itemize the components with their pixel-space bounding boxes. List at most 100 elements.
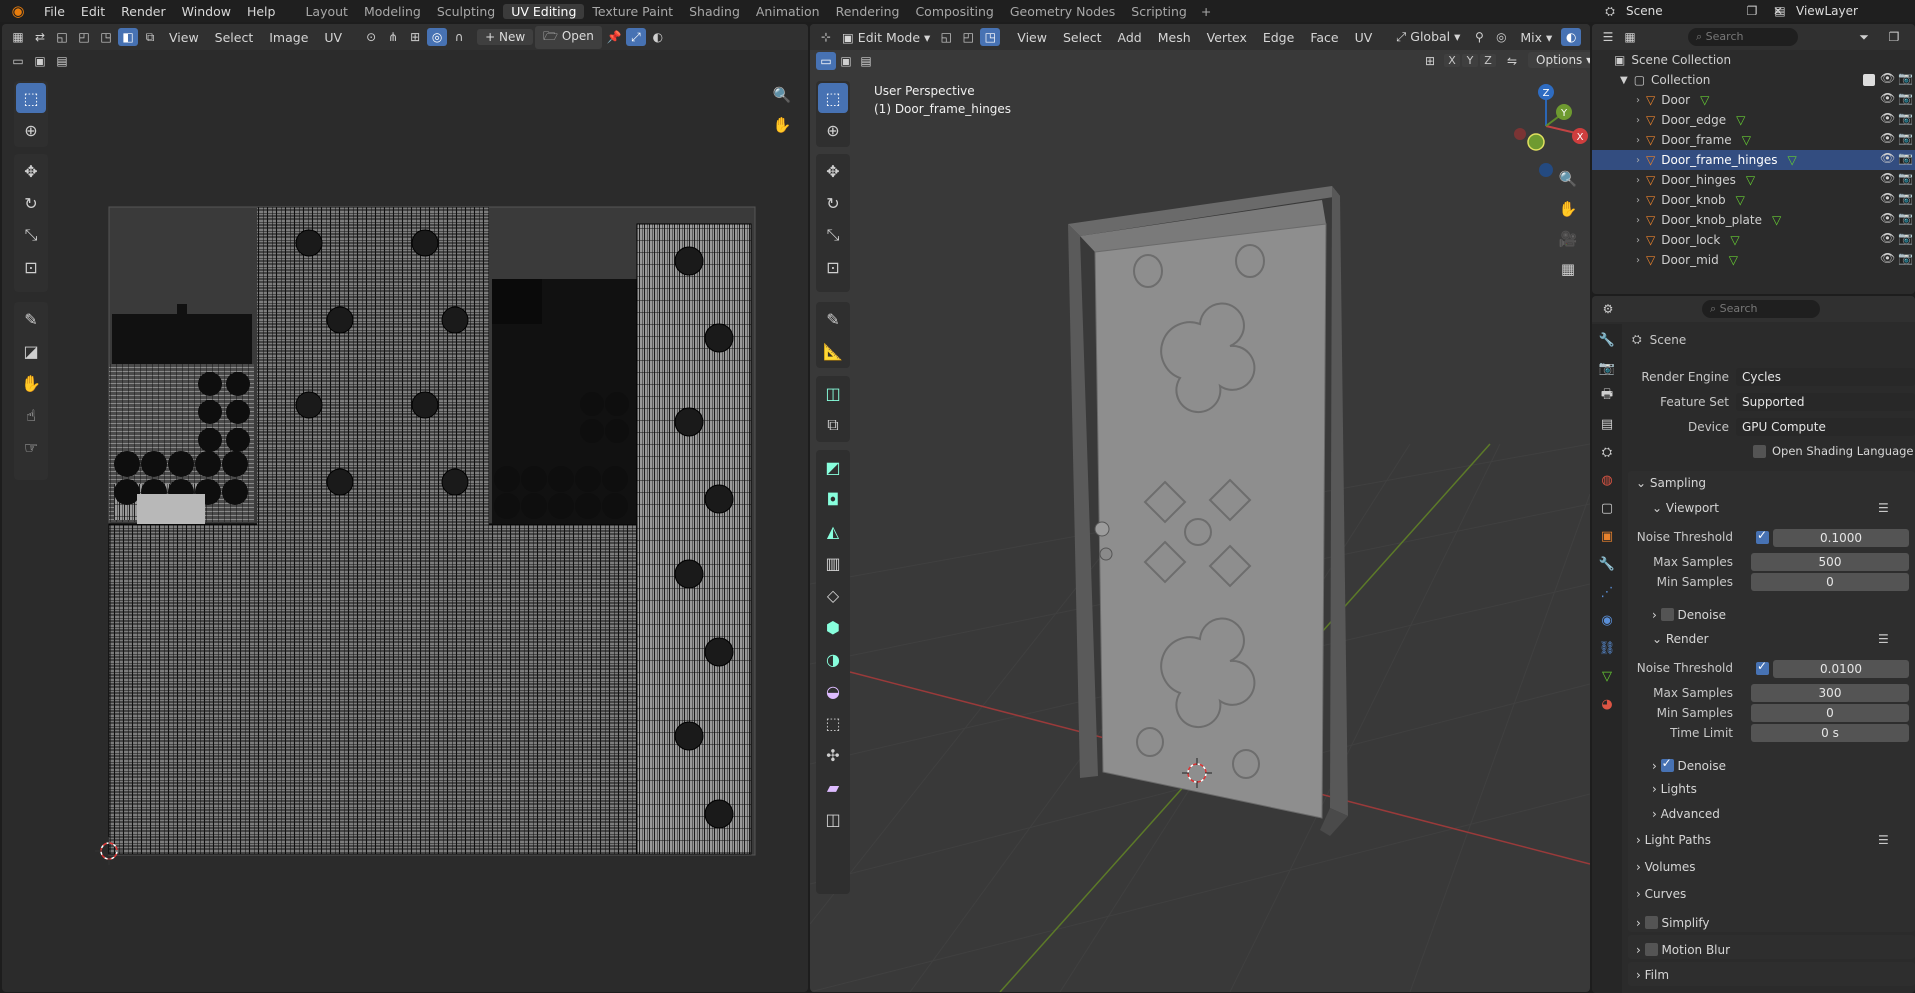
render-tab-icon[interactable]: 📷 <box>1595 356 1619 380</box>
mirror-y[interactable]: Y <box>1462 54 1478 67</box>
loop-cut-icon[interactable]: ▥ <box>818 548 848 578</box>
visibility-eye-icon[interactable]: 👁 <box>1880 151 1895 165</box>
scene-selector[interactable]: ⛭ Scene ❐ ✕ <box>1600 0 1788 22</box>
render-camera-icon[interactable]: 📷 <box>1898 211 1913 225</box>
uv-canvas[interactable] <box>2 24 808 992</box>
expand-arrow-icon[interactable]: › <box>1636 155 1640 166</box>
outliner-item-door_frame_hinges[interactable]: › ▽ Door_frame_hinges ▽ 👁 📷 <box>1592 150 1915 170</box>
tool-tab-icon[interactable]: 🔧 <box>1595 328 1619 352</box>
edge-mode-icon[interactable]: ◰ <box>958 28 978 46</box>
expand-arrow-icon[interactable]: › <box>1636 235 1640 246</box>
vp-denoise-checkbox[interactable] <box>1660 608 1674 621</box>
outliner-item-door_edge[interactable]: › ▽ Door_edge ▽ 👁 📷 <box>1592 110 1915 130</box>
render-engine-dropdown[interactable]: Cycles <box>1736 368 1915 386</box>
mesh-data-icon[interactable]: ▽ <box>1736 193 1745 207</box>
expand-arrow-icon[interactable]: › <box>1636 175 1640 186</box>
render-camera-icon[interactable]: 📷 <box>1898 151 1913 165</box>
visibility-eye-icon[interactable]: 👁 <box>1880 171 1895 185</box>
sampling-header[interactable]: ⌄ Sampling <box>1636 476 1706 490</box>
menu-render[interactable]: Render <box>113 4 174 19</box>
view-layer-selector[interactable]: ▤ ViewLayer ❐ <box>1770 0 1915 22</box>
overlay-icon[interactable]: ◐ <box>1561 28 1582 46</box>
mirror-icon[interactable]: ⊞ <box>1420 52 1440 70</box>
collection-camera-icon[interactable]: 📷 <box>1898 71 1913 85</box>
curves-header[interactable]: › Curves <box>1636 887 1686 901</box>
vp-menu-view[interactable]: View <box>1010 30 1054 45</box>
mesh-data-icon[interactable]: ▽ <box>1736 113 1745 127</box>
spin-icon[interactable]: ◑ <box>818 644 848 674</box>
outliner-item-door_knob_plate[interactable]: › ▽ Door_knob_plate ▽ 👁 📷 <box>1592 210 1915 230</box>
physics-tab-icon[interactable]: ◉ <box>1595 608 1619 632</box>
rip-region-icon[interactable]: ◫ <box>818 804 848 834</box>
proportional-icon[interactable]: ◎ <box>1491 28 1511 46</box>
vp-menu-select[interactable]: Select <box>1056 30 1109 45</box>
poly-build-icon[interactable]: ⬢ <box>818 612 848 642</box>
outliner-item-door_lock[interactable]: › ▽ Door_lock ▽ 👁 📷 <box>1592 230 1915 250</box>
menu-window[interactable]: Window <box>174 4 239 19</box>
visibility-eye-icon[interactable]: 👁 <box>1880 211 1895 225</box>
viewport-scene[interactable] <box>810 24 1590 992</box>
mirror-z[interactable]: Z <box>1480 54 1496 67</box>
collapse-arrow-icon[interactable]: ▼ <box>1620 75 1628 86</box>
device-dropdown[interactable]: GPU Compute <box>1736 418 1915 436</box>
select-new-icon[interactable]: ▭ <box>816 52 836 70</box>
expand-arrow-icon[interactable]: › <box>1636 115 1640 126</box>
vp-add-object-icon[interactable]: ⧉ <box>818 410 848 440</box>
feature-set-dropdown[interactable]: Supported <box>1736 393 1915 411</box>
shrink-fatten-icon[interactable]: ✣ <box>818 740 848 770</box>
outliner-item-door_hinges[interactable]: › ▽ Door_hinges ▽ 👁 📷 <box>1592 170 1915 190</box>
mix-selector[interactable]: Mix ▾ <box>1513 30 1559 45</box>
snap-icon[interactable]: ⚲ <box>1469 28 1489 46</box>
workspace-tab-uv-editing[interactable]: UV Editing <box>503 3 585 19</box>
render-camera-icon[interactable]: 📷 <box>1898 231 1913 245</box>
film-panel[interactable] <box>1628 962 1915 986</box>
lights-subpanel[interactable]: › Lights <box>1652 782 1697 796</box>
render-camera-icon[interactable]: 📷 <box>1898 171 1913 185</box>
topology-mirror-icon[interactable]: ⇋ <box>1502 52 1522 70</box>
visibility-eye-icon[interactable]: 👁 <box>1880 191 1895 205</box>
r-min-field[interactable]: 0 <box>1751 704 1909 722</box>
film-header[interactable]: › Film <box>1636 968 1669 982</box>
r-noise-field[interactable]: 0.0100 <box>1773 660 1909 678</box>
mesh-data-icon[interactable]: ▽ <box>1742 133 1751 147</box>
collection-tab-icon[interactable]: ▢ <box>1595 496 1619 520</box>
scene-name[interactable]: Scene <box>1626 4 1736 18</box>
expand-arrow-icon[interactable]: › <box>1636 215 1640 226</box>
door-model[interactable] <box>1066 184 1590 836</box>
visibility-eye-icon[interactable]: 👁 <box>1880 131 1895 145</box>
light-paths-header[interactable]: › Light Paths <box>1636 833 1711 847</box>
workspace-tab-compositing[interactable]: Compositing <box>907 4 1001 19</box>
render-presets-icon[interactable]: ☰ <box>1878 632 1889 646</box>
expand-arrow-icon[interactable]: › <box>1636 95 1640 106</box>
render-camera-icon[interactable]: 📷 <box>1898 131 1913 145</box>
vp-annotate-icon[interactable]: ✎ <box>818 304 848 334</box>
edge-slide-icon[interactable]: ⬚ <box>818 708 848 738</box>
r-denoise-subpanel[interactable]: › Denoise <box>1652 756 1726 773</box>
render-camera-icon[interactable]: 📷 <box>1898 91 1913 105</box>
menu-help[interactable]: Help <box>239 4 284 19</box>
vp-max-field[interactable]: 500 <box>1751 553 1909 571</box>
vp-menu-edge[interactable]: Edge <box>1256 30 1301 45</box>
vp-min-field[interactable]: 0 <box>1751 573 1909 591</box>
vp-pan-icon[interactable]: ✋ <box>1558 200 1578 218</box>
view-layer-tab-icon[interactable]: ▤ <box>1595 412 1619 436</box>
simplify-header[interactable]: › Simplify <box>1636 914 1710 930</box>
render-subpanel[interactable]: ⌄ Render <box>1652 632 1709 646</box>
r-noise-checkbox[interactable] <box>1756 659 1769 675</box>
outliner-item-door_mid[interactable]: › ▽ Door_mid ▽ 👁 📷 <box>1592 250 1915 270</box>
vp-noise-field[interactable]: 0.1000 <box>1773 529 1909 547</box>
uv-editor[interactable]: ▦ ⇄ ◱ ◰ ◳ ◧ ⧉ View Select Image UV ⊙ ⋔ ⊞… <box>2 24 808 992</box>
motion-blur-header[interactable]: › Motion Blur <box>1636 941 1730 957</box>
mesh-data-icon[interactable]: ▽ <box>1787 153 1796 167</box>
menu-file[interactable]: File <box>36 4 73 19</box>
workspace-tab-scripting[interactable]: Scripting <box>1123 4 1195 19</box>
render-camera-icon[interactable]: 📷 <box>1898 191 1913 205</box>
outliner-type-icon[interactable]: ☰ <box>1598 28 1618 46</box>
collection-eye-icon[interactable]: 👁 <box>1880 71 1895 85</box>
simplify-checkbox[interactable] <box>1644 916 1658 929</box>
viewport-subpanel[interactable]: ⌄ Viewport <box>1652 501 1719 515</box>
collection-checkbox[interactable] <box>1863 74 1875 86</box>
collection-row[interactable]: ▼ ▢ Collection 👁 📷 <box>1592 70 1915 90</box>
vp-select-box-icon[interactable]: ⬚ <box>818 83 848 113</box>
mesh-data-icon[interactable]: ▽ <box>1700 93 1709 107</box>
